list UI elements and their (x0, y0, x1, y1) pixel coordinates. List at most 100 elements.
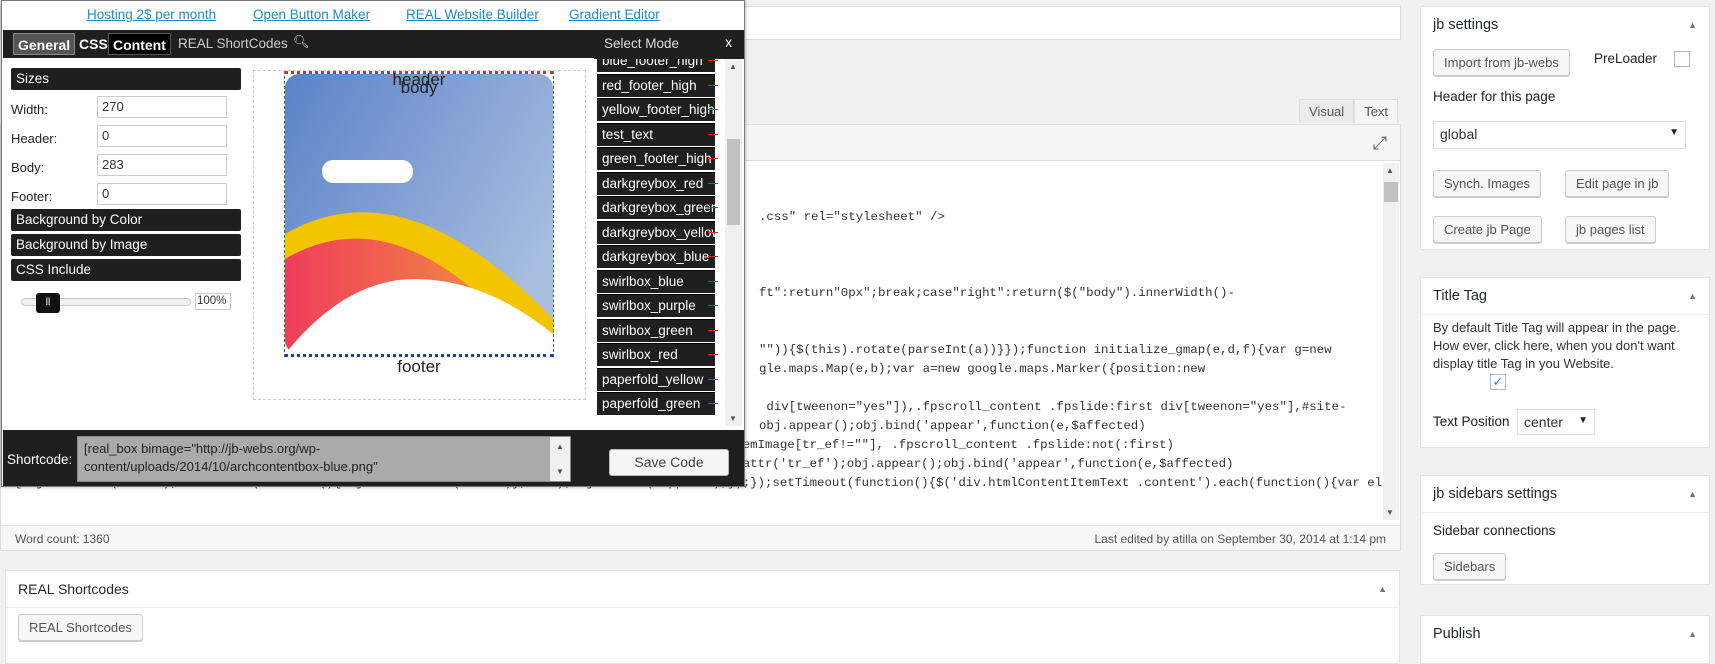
chevron-down-icon: ▼ (1669, 127, 1679, 138)
editor-status-bar: Word count: 1360 Last edited by atilla o… (1, 525, 1400, 550)
toggle-arrow-icon[interactable]: ▲ (1688, 629, 1697, 639)
mode-item[interactable]: green_footer_high (597, 147, 715, 170)
jb-sidebars-title: jb sidebars settings (1421, 476, 1709, 513)
toggle-arrow-icon[interactable]: ▲ (1688, 489, 1697, 499)
shortcode-scrollbar[interactable]: ▲ ▼ (550, 437, 570, 481)
synch-images-button[interactable]: Synch. Images (1433, 170, 1541, 197)
preloader-checkbox[interactable] (1674, 51, 1690, 67)
publish-box: Publish ▲ (1420, 615, 1710, 664)
mode-marker (708, 231, 718, 233)
scroll-thumb[interactable] (1384, 182, 1398, 202)
create-page-button[interactable]: Create jb Page (1433, 216, 1542, 243)
mode-marker (708, 403, 718, 404)
tab-content[interactable]: Content (108, 33, 171, 55)
mode-marker (708, 305, 718, 306)
mode-item[interactable]: test_text (597, 122, 715, 146)
slider-handle-icon[interactable]: ll (36, 293, 60, 313)
toggle-arrow-icon[interactable]: ▲ (1688, 20, 1697, 30)
publish-title: Publish (1433, 626, 1481, 642)
mode-marker (708, 60, 718, 61)
css-include-section[interactable]: CSS Include (11, 259, 241, 281)
last-edited: Last edited by atilla on September 30, 2… (1094, 532, 1386, 546)
real-shortcodes-title: REAL Shortcodes (6, 571, 1399, 608)
header-input[interactable]: 0 (97, 125, 227, 147)
mode-scroll-thumb[interactable] (727, 139, 740, 225)
text-position-label: Text Position (1433, 414, 1510, 429)
mode-item[interactable]: paperfold_yellow (597, 367, 715, 391)
toggle-arrow-icon[interactable]: ▲ (1378, 584, 1387, 594)
mode-item[interactable]: swirlbox_purple (597, 294, 715, 317)
website-builder-link[interactable]: REAL Website Builder (406, 7, 539, 22)
preview-body-text: body (400, 78, 438, 97)
chevron-down-icon[interactable]: ▼ (550, 467, 570, 476)
button-maker-link[interactable]: Open Button Maker (253, 7, 370, 22)
fullscreen-icon[interactable]: ⤢ (1370, 133, 1390, 153)
tab-text[interactable]: Text (1354, 99, 1399, 123)
text-position-select[interactable]: center ▼ (1517, 409, 1595, 435)
footer-label: Footer: (11, 189, 53, 204)
save-code-button[interactable]: Save Code (609, 449, 729, 476)
width-label: Width: (11, 102, 48, 117)
edit-page-button[interactable]: Edit page in jb (1565, 170, 1670, 197)
tab-general[interactable]: General (13, 33, 76, 55)
sizes-header[interactable]: Sizes (11, 68, 241, 90)
import-button[interactable]: Import from jb-webs (1433, 49, 1570, 76)
gradient-editor-link[interactable]: Gradient Editor (569, 7, 660, 22)
zoom-value: 100% (195, 293, 231, 310)
mode-marker (708, 256, 718, 257)
background-image-section[interactable]: Background by Image (11, 234, 241, 256)
mode-item[interactable]: swirlbox_red (597, 343, 715, 366)
chevron-up-icon[interactable]: ▲ (1386, 166, 1394, 175)
pages-list-button[interactable]: jb pages list (1565, 216, 1656, 243)
mode-item[interactable]: paperfold_green (597, 392, 715, 415)
mode-list[interactable]: blue_footer_high red_footer_high yellow_fo… (594, 59, 724, 426)
tab-css[interactable]: CSS (75, 33, 112, 55)
select-mode-header: Select Mode x (594, 30, 744, 59)
mode-item[interactable]: darkgreybox_yellow (597, 220, 715, 244)
chevron-down-icon[interactable]: ▼ (729, 414, 737, 423)
header-select[interactable]: global ▼ (1433, 121, 1686, 149)
chevron-down-icon[interactable]: ▼ (1386, 508, 1394, 517)
mode-marker (708, 182, 718, 184)
mode-list-scrollbar[interactable]: ▲ ▼ (725, 59, 742, 426)
mode-item[interactable]: blue_footer_high (597, 59, 715, 72)
mode-marker (708, 354, 718, 355)
chevron-up-icon[interactable]: ▲ (729, 62, 737, 71)
mode-item[interactable]: yellow_footer_high (597, 98, 715, 121)
shortcode-value: [real_box bimage="http://jb-webs.org/wp-… (84, 441, 378, 474)
mode-item[interactable]: swirlbox_green (597, 318, 715, 342)
width-input[interactable]: 270 (97, 96, 227, 118)
chevron-up-icon[interactable]: ▲ (550, 442, 570, 451)
real-shortcodes-button[interactable]: REAL Shortcodes (18, 614, 143, 641)
hosting-link[interactable]: Hosting 2$ per month (87, 7, 216, 22)
mode-item[interactable]: darkgreybox_blue (597, 245, 715, 268)
mode-item[interactable]: darkgreybox_green (597, 196, 715, 219)
toggle-arrow-icon[interactable]: ▲ (1688, 291, 1697, 301)
select-mode-title: Select Mode (604, 36, 680, 51)
title-tag-box: Title Tag ▲ By default Title Tag will ap… (1420, 277, 1710, 448)
title-tag-title: Title Tag (1421, 278, 1709, 315)
mode-marker (708, 84, 718, 86)
text-position-value: center (1524, 414, 1563, 430)
body-input[interactable]: 283 (97, 154, 227, 176)
background-color-section[interactable]: Background by Color (11, 209, 241, 231)
footer-input[interactable]: 0 (97, 183, 227, 205)
editor-tabs: Visual Text (1299, 99, 1399, 124)
tab-real-shortcodes[interactable]: REAL ShortCodes (174, 33, 292, 55)
mode-item[interactable]: red_footer_high (597, 73, 715, 97)
chevron-down-icon: ▼ (1578, 415, 1588, 426)
jb-settings-box: jb settings ▲ Import from jb-webs PreLoa… (1420, 6, 1710, 250)
editor-scrollbar[interactable]: ▲ ▼ (1383, 163, 1399, 520)
mode-marker (708, 207, 718, 208)
header-select-value: global (1440, 126, 1478, 142)
mode-item[interactable]: darkgreybox_red (597, 171, 715, 195)
sidebar-connections-label: Sidebar connections (1433, 523, 1556, 538)
mode-item[interactable]: swirlbox_blue (597, 269, 715, 293)
shortcode-textarea[interactable]: [real_box bimage="http://jb-webs.org/wp-… (77, 436, 571, 482)
close-icon[interactable]: x (725, 35, 732, 50)
search-icon[interactable]: 🔍︎ (293, 34, 310, 50)
sidebars-button[interactable]: Sidebars (1433, 553, 1507, 580)
header-label: Header for this page (1433, 89, 1556, 104)
tab-visual[interactable]: Visual (1299, 99, 1355, 123)
title-tag-checkbox[interactable]: ✓ (1490, 374, 1506, 390)
